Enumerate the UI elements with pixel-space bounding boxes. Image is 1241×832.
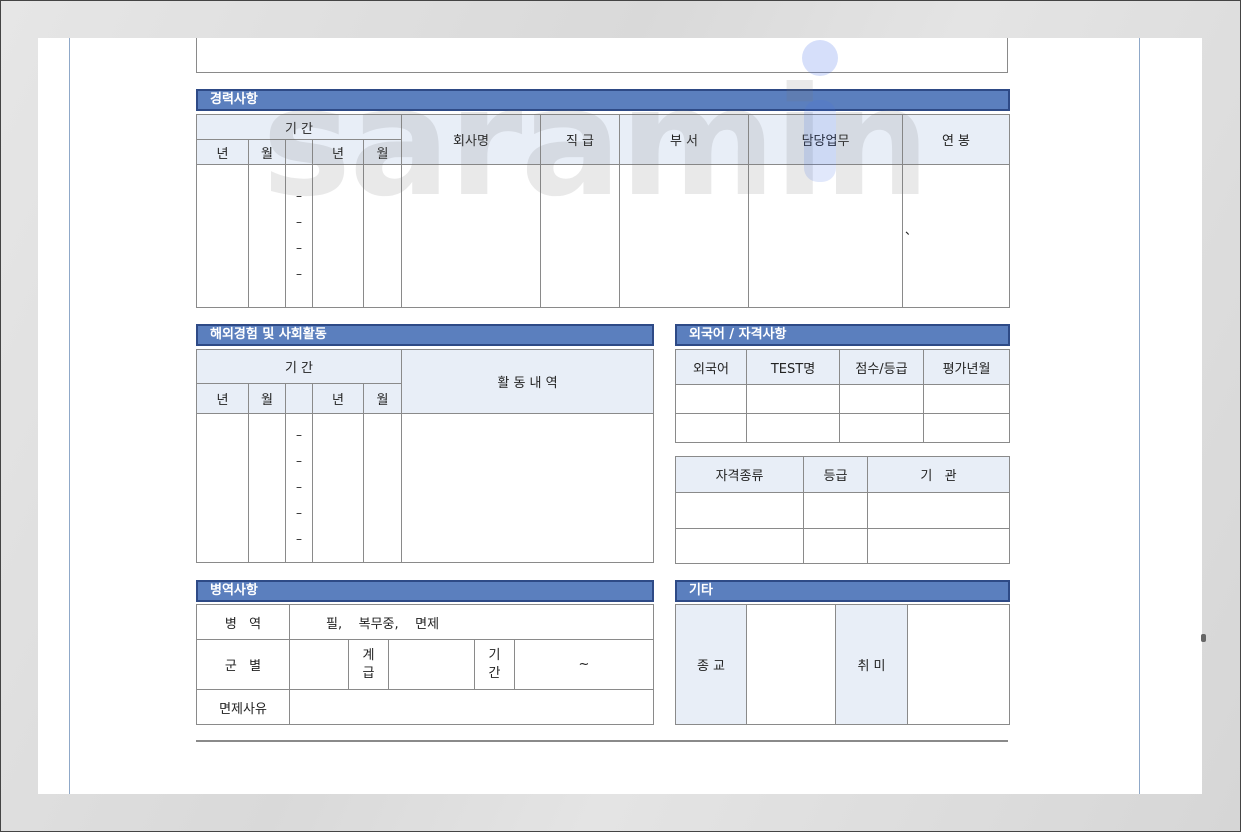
language-cell[interactable] (746, 413, 840, 443)
military-period-tilde[interactable]: ~ (513, 639, 655, 690)
certificate-cell[interactable] (867, 492, 1010, 529)
right-margin-guide (1139, 38, 1140, 794)
overseas-dash: – (296, 532, 302, 546)
military-table: 병 역 필, 복무중, 면제 군 별 계 급 기 간 ~ 면제사유 (196, 604, 655, 725)
certificate-table: 자격종류 등급 기 관 (675, 456, 1010, 564)
career-dash: – (296, 241, 302, 255)
career-body-cell[interactable] (248, 164, 286, 308)
career-body-cell[interactable] (312, 164, 364, 308)
etc-religion-value[interactable] (746, 604, 836, 725)
overseas-table: 기 간 활 동 내 역 년 월 년 월 – – – – – (196, 349, 654, 563)
certificate-cell[interactable] (675, 528, 804, 564)
career-body-cell[interactable] (540, 164, 620, 308)
career-body-cell[interactable] (401, 164, 541, 308)
overseas-period-separator (285, 383, 313, 414)
previous-section-row (196, 38, 1008, 73)
overseas-section-title: 해외경험 및 사회활동 (196, 324, 654, 346)
military-branch-label: 군 별 (196, 639, 290, 690)
language-cell[interactable] (839, 384, 924, 414)
language-section-title: 외국어 / 자격사항 (675, 324, 1010, 346)
overseas-activity-cell[interactable] (401, 413, 654, 563)
language-header-language: 외국어 (675, 349, 747, 385)
language-cell[interactable] (675, 413, 747, 443)
etc-religion-label: 종 교 (675, 604, 747, 725)
career-rank-header: 직 급 (540, 114, 620, 165)
edge-marker (1201, 634, 1206, 642)
language-cell[interactable] (675, 384, 747, 414)
overseas-dash: – (296, 428, 302, 442)
career-start-month: 월 (248, 139, 286, 165)
military-branch-value[interactable] (289, 639, 349, 690)
career-end-year: 년 (312, 139, 364, 165)
career-body-cell[interactable] (748, 164, 903, 308)
career-mark: 、 (902, 164, 1010, 308)
career-dash: – (296, 215, 302, 229)
military-period-label: 기 간 (474, 639, 515, 690)
military-exempt-value[interactable] (288, 689, 655, 725)
watermark-dot-icon (802, 40, 838, 76)
language-cell[interactable] (923, 384, 1010, 414)
overseas-dash: – (296, 506, 302, 520)
career-company-header: 회사명 (401, 114, 541, 165)
etc-hobby-value[interactable] (907, 604, 1010, 725)
certificate-cell[interactable] (803, 528, 868, 564)
certificate-header-grade: 등급 (803, 456, 868, 493)
military-exempt-label: 면제사유 (196, 689, 290, 725)
language-header-test: TEST명 (746, 349, 840, 385)
overseas-activity-header: 활 동 내 역 (401, 349, 654, 414)
left-margin-guide (69, 38, 70, 794)
overseas-start-month: 월 (248, 383, 286, 414)
language-header-date: 평가년월 (923, 349, 1010, 385)
overseas-end-year: 년 (312, 383, 364, 414)
career-start-year: 년 (196, 139, 249, 165)
overseas-body-cell[interactable] (196, 413, 249, 563)
career-body-cell[interactable] (619, 164, 749, 308)
overseas-period-header: 기 간 (196, 349, 402, 384)
military-rank-label: 계 급 (348, 639, 389, 690)
career-salary-header: 연 봉 (902, 114, 1010, 165)
career-dept-header: 부 서 (619, 114, 749, 165)
military-section-title: 병역사항 (196, 580, 654, 602)
etc-hobby-label: 취 미 (835, 604, 908, 725)
military-service-options[interactable]: 필, 복무중, 면제 (288, 604, 655, 640)
career-dash: – (296, 189, 302, 203)
military-rank-value[interactable] (388, 639, 475, 690)
language-header-score: 점수/등급 (839, 349, 924, 385)
etc-section-title: 기타 (675, 580, 1010, 602)
military-service-label: 병 역 (196, 604, 290, 640)
overseas-body-cell[interactable] (248, 413, 286, 563)
career-period-separator (285, 139, 313, 165)
career-period-header: 기 간 (196, 114, 402, 140)
certificate-cell[interactable] (803, 492, 868, 529)
overseas-dash: – (296, 454, 302, 468)
career-table: 기 간 회사명 직 급 부 서 담당업무 연 봉 년 월 년 월 – – – –… (196, 114, 1010, 308)
overseas-body-cell[interactable] (312, 413, 364, 563)
overseas-dash: – (296, 480, 302, 494)
career-end-month: 월 (363, 139, 402, 165)
career-body-cell[interactable] (363, 164, 402, 308)
certificate-cell[interactable] (675, 492, 804, 529)
certificate-cell[interactable] (867, 528, 1010, 564)
career-section-title: 경력사항 (196, 89, 1010, 111)
overseas-start-year: 년 (196, 383, 249, 414)
career-dash: – (296, 267, 302, 281)
certificate-header-institution: 기 관 (867, 456, 1010, 493)
overseas-body-cell[interactable] (363, 413, 402, 563)
etc-table: 종 교 취 미 (675, 604, 1010, 725)
watermark-bar-icon (804, 100, 836, 182)
language-table: 외국어 TEST명 점수/등급 평가년월 (675, 349, 1010, 443)
certificate-header-type: 자격종류 (675, 456, 804, 493)
bottom-rule (196, 740, 1008, 742)
career-body-cell[interactable] (196, 164, 249, 308)
language-cell[interactable] (746, 384, 840, 414)
overseas-end-month: 월 (363, 383, 402, 414)
language-cell[interactable] (839, 413, 924, 443)
language-cell[interactable] (923, 413, 1010, 443)
